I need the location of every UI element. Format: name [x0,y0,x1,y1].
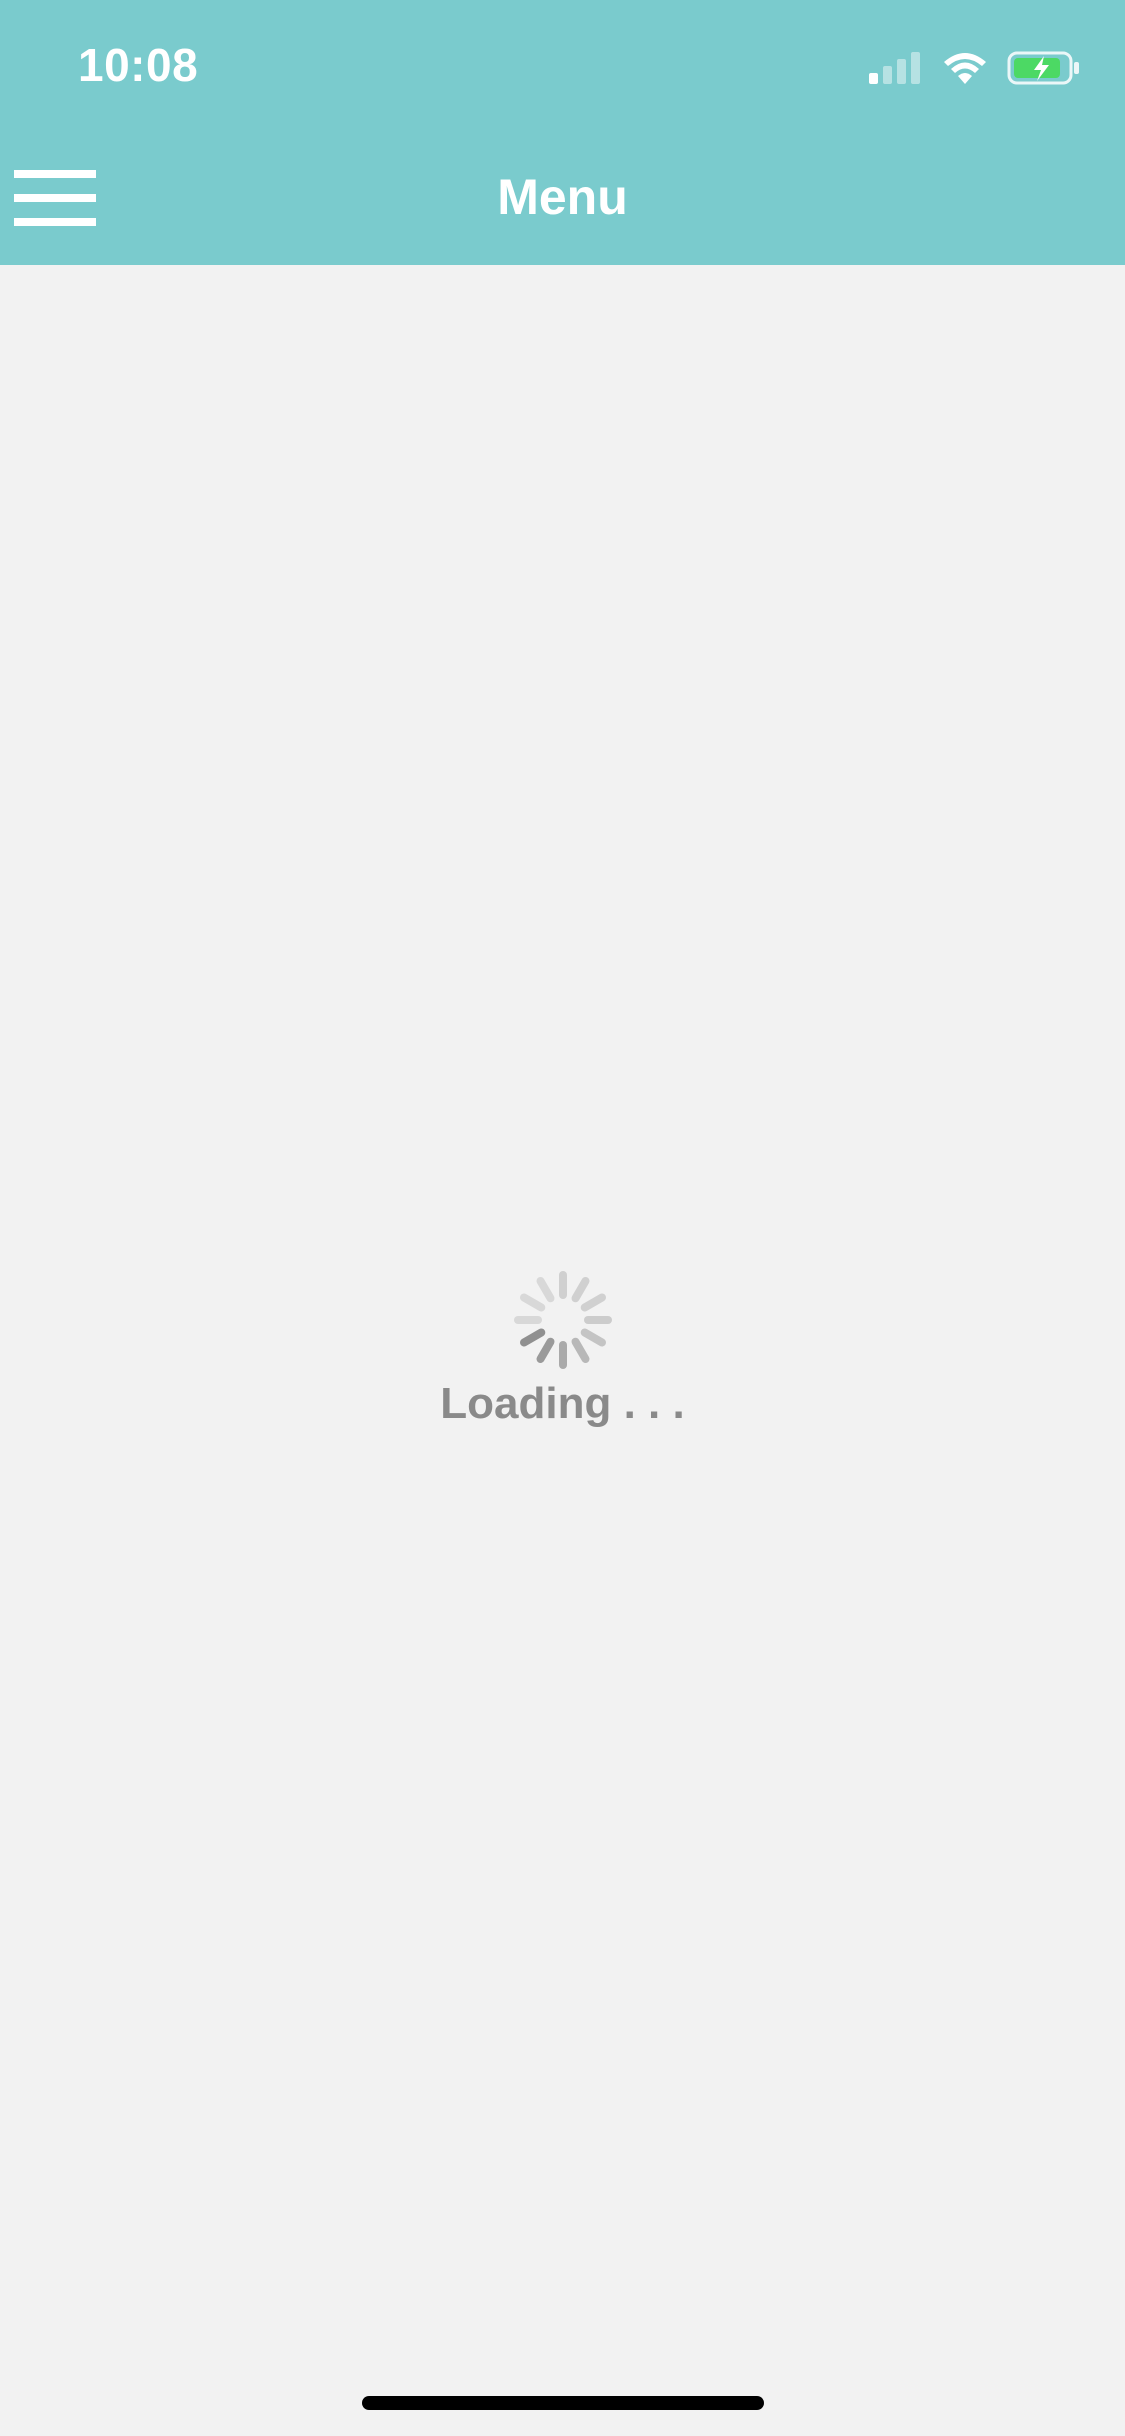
loading-indicator: Loading . . . [0,1265,1125,1429]
battery-charging-icon [1007,51,1079,85]
status-icons [867,48,1081,88]
loading-text: Loading . . . [440,1379,685,1428]
activity-spinner-icon [513,1271,612,1369]
page-title: Menu [497,169,628,225]
wifi-icon [944,53,986,84]
home-indicator[interactable] [362,2396,764,2410]
app-header: 10:08 Menu [0,0,1125,265]
cellular-signal-icon [869,52,920,84]
status-time: 10:08 [78,39,199,91]
